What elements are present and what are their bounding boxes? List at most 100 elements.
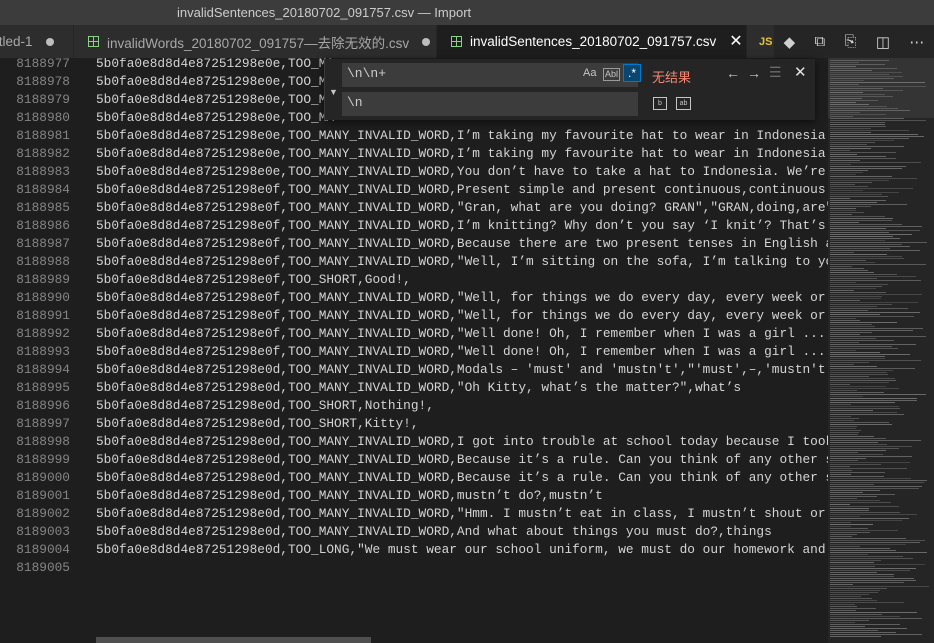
code-line[interactable]: 5b0fa0e8d8d4e87251298e0f,TOO_MANY_INVALI… bbox=[96, 218, 828, 233]
code-line[interactable]: 5b0fa0e8d8d4e87251298e0f,TOO_MANY_INVALI… bbox=[96, 236, 828, 251]
split-editor-icon[interactable]: ◫ bbox=[876, 33, 890, 51]
code-line[interactable]: 5b0fa0e8d8d4e87251298e0d,TOO_MANY_INVALI… bbox=[96, 470, 828, 485]
minimap-line bbox=[830, 552, 927, 553]
minimap-line bbox=[830, 426, 857, 427]
line-number: 8189002 bbox=[16, 506, 70, 521]
minimap-line bbox=[830, 602, 904, 603]
replace-all-icon[interactable]: ab bbox=[676, 97, 691, 110]
minimap-line bbox=[830, 314, 880, 315]
minimap-line bbox=[830, 326, 875, 327]
replace-icon[interactable]: b bbox=[653, 97, 667, 110]
minimap-line bbox=[830, 466, 850, 467]
csv-file-icon bbox=[88, 36, 99, 47]
close-tab-icon[interactable]: ✕ bbox=[729, 33, 742, 50]
code-line[interactable]: 5b0fa0e8d8d4e87251298e0f,TOO_MANY_INVALI… bbox=[96, 200, 828, 215]
unsaved-dot-icon[interactable] bbox=[422, 37, 431, 46]
toggle-replace-icon[interactable]: ▼ bbox=[329, 87, 338, 97]
code-line[interactable]: 5b0fa0e8d8d4e87251298e0d,TOO_MANY_INVALI… bbox=[96, 488, 603, 503]
line-number: 8188989 bbox=[16, 272, 70, 287]
minimap-line bbox=[830, 450, 886, 451]
minimap-line bbox=[830, 72, 902, 73]
horizontal-scrollbar[interactable] bbox=[96, 637, 371, 643]
minimap-line bbox=[830, 564, 925, 565]
code-line[interactable]: 5b0fa0e8d8d4e87251298e0d,TOO_MANY_INVALI… bbox=[96, 452, 828, 467]
tab-invalid-words[interactable]: invalidWords_20180702_091757—去除无效的.csv bbox=[74, 25, 437, 58]
line-number: 8188993 bbox=[16, 344, 70, 359]
code-line[interactable]: 5b0fa0e8d8d4e87251298e0d,TOO_MANY_INVALI… bbox=[96, 362, 828, 377]
minimap-line bbox=[830, 484, 874, 485]
editor[interactable]: 8188977 8188978 8188979 8188980 8188981 81889… bbox=[0, 58, 828, 643]
minimap-line bbox=[830, 502, 891, 503]
code-line[interactable]: 5b0fa0e8d8d4e87251298e0e,TOO_MA bbox=[96, 110, 334, 125]
code-line[interactable]: 5b0fa0e8d8d4e87251298e0f,TOO_MANY_INVALI… bbox=[96, 344, 828, 359]
minimap-line bbox=[830, 482, 924, 483]
code-line[interactable]: 5b0fa0e8d8d4e87251298e0d,TOO_LONG,"We mu… bbox=[96, 542, 828, 557]
code-line[interactable]: 5b0fa0e8d8d4e87251298e0f,TOO_MANY_INVALI… bbox=[96, 326, 828, 341]
code-line[interactable]: 5b0fa0e8d8d4e87251298e0e,TOO_MANY_INVALI… bbox=[96, 128, 828, 143]
minimap-line bbox=[830, 224, 902, 225]
use-regex-toggle[interactable]: .* bbox=[623, 64, 641, 82]
minimap-line bbox=[830, 154, 857, 155]
code-line[interactable]: 5b0fa0e8d8d4e87251298e0d,TOO_MANY_INVALI… bbox=[96, 524, 772, 539]
code-line[interactable]: 5b0fa0e8d8d4e87251298e0f,TOO_MANY_INVALI… bbox=[96, 182, 826, 197]
minimap-line bbox=[830, 158, 896, 159]
match-whole-word-toggle[interactable]: Abl bbox=[603, 68, 621, 81]
minimap-line bbox=[830, 122, 885, 123]
compare-icon[interactable]: ⧉ bbox=[814, 33, 825, 50]
minimap-line bbox=[830, 444, 887, 445]
minimap-line bbox=[830, 428, 856, 429]
unsaved-dot-icon[interactable] bbox=[45, 37, 54, 46]
minimap-line bbox=[830, 418, 859, 419]
minimap-line bbox=[830, 118, 904, 119]
minimap-line bbox=[830, 384, 850, 385]
git-icon[interactable]: ◆ bbox=[784, 33, 796, 51]
minimap-line bbox=[830, 430, 861, 431]
line-number: 8188987 bbox=[16, 236, 70, 251]
tab-invalid-sentences[interactable]: invalidSentences_20180702_091757.csv ✕ bbox=[437, 25, 747, 58]
code-line[interactable]: 5b0fa0e8d8d4e87251298e0e,TOO_MANY_INVALI… bbox=[96, 164, 828, 179]
minimap-line bbox=[830, 616, 900, 617]
code-line[interactable]: 5b0fa0e8d8d4e87251298e0f,TOO_MANY_INVALI… bbox=[96, 308, 828, 323]
previous-match-button[interactable]: ← bbox=[726, 65, 740, 81]
code-line[interactable]: 5b0fa0e8d8d4e87251298e0d,TOO_MANY_INVALI… bbox=[96, 506, 828, 521]
code-line[interactable]: 5b0fa0e8d8d4e87251298e0d,TOO_MANY_INVALI… bbox=[96, 434, 828, 449]
tab-untitled[interactable]: titled-1 bbox=[0, 25, 74, 58]
minimap-line bbox=[830, 204, 907, 205]
minimap-line bbox=[830, 222, 859, 223]
minimap-line bbox=[830, 230, 920, 231]
find-in-selection-icon[interactable]: ☰ bbox=[769, 64, 782, 81]
minimap-line bbox=[830, 296, 882, 297]
more-actions-icon[interactable]: ⋯ bbox=[909, 33, 924, 51]
code-line[interactable]: 5b0fa0e8d8d4e87251298e0d,TOO_SHORT,Kitty… bbox=[96, 416, 419, 431]
code-line[interactable]: 5b0fa0e8d8d4e87251298e0d,TOO_MANY_INVALI… bbox=[96, 380, 741, 395]
minimap-line bbox=[830, 360, 921, 361]
minimap-line bbox=[830, 524, 873, 525]
code-line[interactable]: 5b0fa0e8d8d4e87251298e0e,TOO_MA bbox=[96, 92, 334, 107]
minimap-line bbox=[830, 186, 868, 187]
code-line[interactable]: 5b0fa0e8d8d4e87251298e0f,TOO_SHORT,Good!… bbox=[96, 272, 411, 287]
line-number: 8189001 bbox=[16, 488, 70, 503]
minimap-line bbox=[830, 620, 869, 621]
code-line[interactable]: 5b0fa0e8d8d4e87251298e0d,TOO_SHORT,Nothi… bbox=[96, 398, 434, 413]
minimap[interactable] bbox=[828, 58, 934, 643]
minimap-line bbox=[830, 126, 886, 127]
code-line[interactable]: 5b0fa0e8d8d4e87251298e0e,TOO_MA bbox=[96, 74, 334, 89]
code-line[interactable]: 5b0fa0e8d8d4e87251298e0f,TOO_MANY_INVALI… bbox=[96, 254, 828, 269]
minimap-line bbox=[830, 528, 868, 529]
minimap-line bbox=[830, 532, 870, 533]
code-line[interactable]: 5b0fa0e8d8d4e87251298e0e,TOO_MA bbox=[96, 58, 334, 71]
replace-input[interactable]: \n bbox=[342, 92, 638, 116]
minimap-line bbox=[830, 190, 863, 191]
minimap-line bbox=[830, 440, 921, 441]
next-match-button[interactable]: → bbox=[747, 65, 761, 81]
code-line[interactable]: 5b0fa0e8d8d4e87251298e0f,TOO_MANY_INVALI… bbox=[96, 290, 828, 305]
minimap-line bbox=[830, 594, 869, 595]
match-case-toggle[interactable]: Aa bbox=[583, 67, 596, 79]
minimap-line bbox=[830, 112, 860, 113]
close-find-icon[interactable]: ✕ bbox=[794, 63, 807, 81]
open-changes-icon[interactable]: ⎘ bbox=[845, 33, 857, 50]
minimap-line bbox=[830, 618, 922, 619]
code-line[interactable]: 5b0fa0e8d8d4e87251298e0e,TOO_MANY_INVALI… bbox=[96, 146, 828, 161]
minimap-line bbox=[830, 106, 887, 107]
minimap-line bbox=[830, 586, 929, 587]
